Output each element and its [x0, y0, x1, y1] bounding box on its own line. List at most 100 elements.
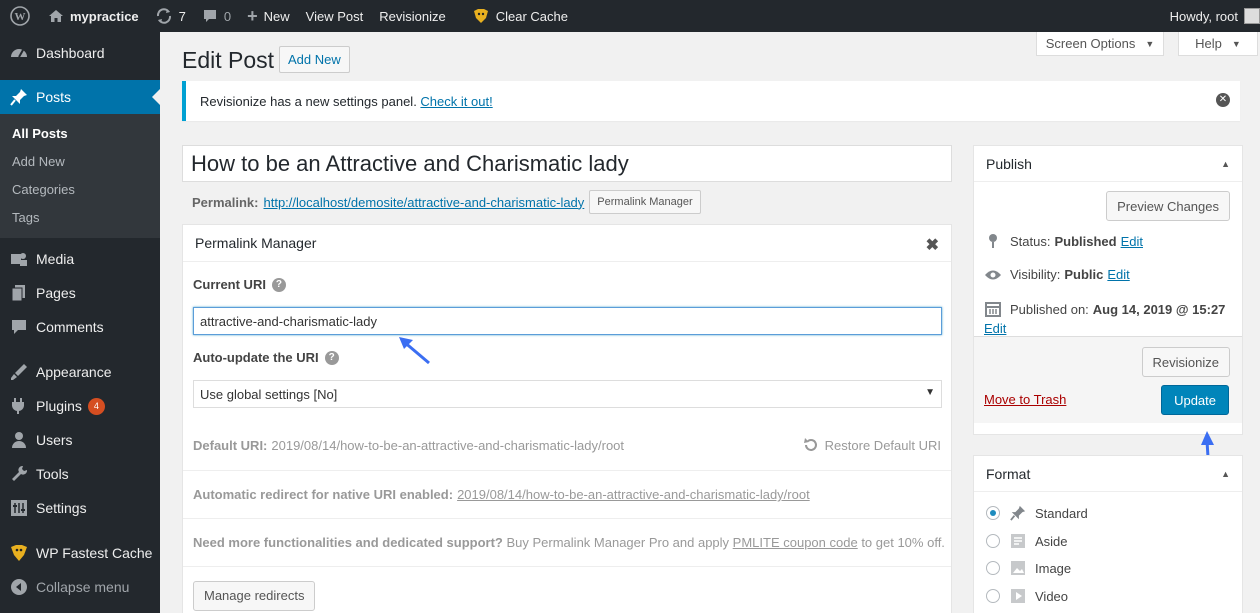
help-icon[interactable]: ? — [324, 350, 339, 365]
aside-icon — [1009, 533, 1027, 549]
update-button[interactable]: Update — [1161, 385, 1229, 415]
radio-button[interactable] — [986, 561, 1000, 575]
visibility-value: Public — [1064, 267, 1104, 282]
screen-options-label: Screen Options — [1045, 36, 1136, 51]
view-post-link[interactable]: View Post — [298, 0, 372, 32]
admin-bar: W mypractice 7 0 + New View Post Revisio… — [0, 0, 1260, 32]
plugins-icon — [9, 396, 29, 416]
permalink-row: Permalink: http://localhost/demosite/att… — [192, 190, 701, 214]
comments-icon — [9, 317, 29, 337]
sidebar-item-label: Plugins — [36, 398, 82, 414]
sidebar-item-label: Settings — [36, 500, 87, 516]
pin-icon — [9, 87, 29, 107]
publish-header[interactable]: Publish ▲ — [974, 146, 1242, 182]
published-on-edit-link[interactable]: Edit — [984, 321, 1006, 336]
new-content-link[interactable]: + New — [239, 0, 298, 32]
calendar-icon — [984, 301, 1002, 317]
status-label: Status: — [1010, 233, 1051, 249]
default-uri-label: Default URI: — [193, 437, 268, 453]
sidebar-item-dashboard[interactable]: Dashboard — [0, 36, 160, 70]
clear-cache-link[interactable]: Clear Cache — [464, 0, 576, 32]
format-option-aside[interactable]: Aside — [986, 533, 1068, 549]
format-option-video[interactable]: Video — [986, 588, 1068, 604]
restore-icon — [803, 438, 817, 451]
new-label: New — [263, 8, 290, 24]
dismiss-icon[interactable]: ✕ — [1216, 93, 1230, 107]
my-account-link[interactable]: Howdy, root — [1162, 0, 1260, 32]
revisionize-label: Revisionize — [379, 8, 446, 24]
format-label: Aside — [1035, 533, 1068, 549]
wordpress-logo-icon[interactable]: W — [0, 0, 40, 32]
status-edit-link[interactable]: Edit — [1121, 234, 1143, 249]
video-icon — [1009, 588, 1027, 604]
format-option-image[interactable]: Image — [986, 560, 1071, 576]
permalink-manager-button[interactable]: Permalink Manager — [589, 190, 701, 214]
publish-title: Publish — [986, 155, 1032, 172]
plus-icon: + — [247, 5, 258, 26]
current-uri-input[interactable]: attractive-and-charismatic-lady — [193, 307, 942, 335]
appearance-icon — [9, 362, 29, 382]
sidebar-item-pages[interactable]: Pages — [0, 276, 160, 310]
sidebar-item-label: Pages — [36, 285, 76, 301]
notice-plugin-name: Revisionize — [200, 93, 267, 109]
notice-link[interactable]: Check it out! — [420, 94, 492, 109]
sidebar-item-comments[interactable]: Comments — [0, 310, 160, 344]
updates-link[interactable]: 7 — [147, 0, 194, 32]
visibility-edit-link[interactable]: Edit — [1107, 267, 1129, 282]
dropdown-arrow-icon: ▼ — [925, 387, 935, 398]
add-new-button[interactable]: Add New — [279, 46, 350, 73]
format-option-standard[interactable]: Standard — [986, 505, 1088, 521]
sidebar-item-tools[interactable]: Tools — [0, 457, 160, 491]
move-to-trash-link[interactable]: Move to Trash — [984, 392, 1066, 407]
sidebar-item-users[interactable]: Users — [0, 423, 160, 457]
sidebar-collapse-menu[interactable]: Collapse menu — [0, 570, 160, 604]
help-icon[interactable]: ? — [271, 277, 286, 292]
help-button[interactable]: Help ▼ — [1178, 32, 1258, 56]
sidebar-item-plugins[interactable]: Plugins 4 — [0, 389, 160, 423]
view-post-label: View Post — [305, 8, 364, 24]
preview-changes-button[interactable]: Preview Changes — [1106, 191, 1230, 221]
toggle-up-icon[interactable]: ▲ — [1221, 159, 1230, 169]
redirect-link[interactable]: 2019/08/14/how-to-be-an-attractive-and-c… — [457, 487, 810, 502]
submenu-all-posts[interactable]: All Posts — [0, 120, 160, 148]
auto-update-select[interactable]: Use global settings [No] ▼ — [193, 380, 942, 408]
close-icon[interactable]: ✖ — [926, 235, 939, 255]
clear-cache-label: Clear Cache — [495, 8, 568, 24]
submenu-tags[interactable]: Tags — [0, 204, 160, 232]
revisionize-link[interactable]: Revisionize — [371, 0, 453, 32]
manage-redirects-button[interactable]: Manage redirects — [193, 580, 316, 611]
comments-link[interactable]: 0 — [194, 0, 239, 32]
sidebar-item-label: Comments — [36, 319, 104, 335]
format-header[interactable]: Format ▲ — [974, 456, 1242, 492]
submenu-categories[interactable]: Categories — [0, 176, 160, 204]
promo-text: Buy Permalink Manager Pro and apply — [502, 535, 733, 550]
settings-icon — [9, 498, 29, 518]
tools-icon — [9, 464, 29, 484]
post-title-input[interactable]: How to be an Attractive and Charismatic … — [182, 145, 952, 182]
sidebar-item-posts[interactable]: Posts — [0, 80, 160, 114]
sidebar-item-media[interactable]: Media — [0, 242, 160, 276]
sidebar-item-settings[interactable]: Settings — [0, 491, 160, 525]
pages-icon — [9, 283, 29, 303]
site-name-link[interactable]: mypractice — [40, 0, 147, 32]
submenu-add-new[interactable]: Add New — [0, 148, 160, 176]
page-title: Edit Post — [182, 47, 275, 73]
sidebar-item-appearance[interactable]: Appearance — [0, 355, 160, 389]
sidebar-item-wp-fastest-cache[interactable]: WP Fastest Cache — [0, 536, 160, 570]
permalink-url[interactable]: http://localhost/demosite/attractive-and… — [263, 195, 584, 210]
promo-coupon-link[interactable]: PMLITE coupon code — [733, 535, 858, 550]
auto-update-label-text: Auto-update the URI — [193, 350, 319, 365]
toggle-up-icon[interactable]: ▲ — [1221, 469, 1230, 479]
revisionize-button[interactable]: Revisionize — [1141, 347, 1230, 377]
promo-bold-text: Need more functionalities and dedicated … — [193, 535, 503, 550]
radio-button[interactable] — [986, 589, 1000, 603]
home-icon — [48, 8, 64, 24]
screen-options-button[interactable]: Screen Options ▼ — [1036, 32, 1164, 56]
radio-button[interactable] — [986, 506, 1000, 520]
published-on-row: Published on: Aug 14, 2019 @ 15:27 — [984, 301, 1229, 317]
format-label: Video — [1035, 588, 1069, 604]
restore-default-uri-button[interactable]: Restore Default URI — [802, 436, 941, 454]
current-uri-label-text: Current URI — [193, 277, 266, 292]
radio-button[interactable] — [986, 534, 1000, 548]
permalink-manager-title: Permalink Manager — [195, 235, 317, 251]
